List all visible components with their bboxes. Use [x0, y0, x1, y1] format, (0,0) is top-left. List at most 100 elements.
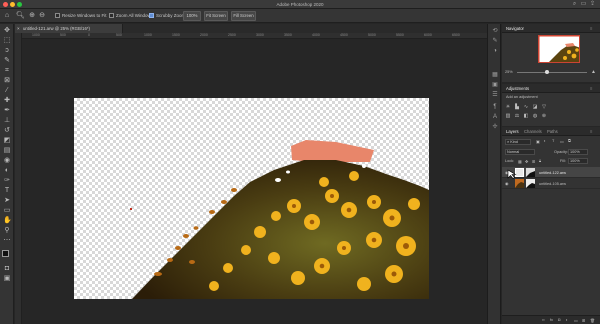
document-tab[interactable]: × untitled-121.arw @ 25% (RGB/16*)	[15, 24, 123, 33]
lasso-tool-icon[interactable]: ↄ	[3, 47, 11, 55]
panel-menu-icon[interactable]: ≡	[590, 129, 592, 134]
quick-mask-icon[interactable]: ◘	[3, 265, 11, 273]
layer-row[interactable]: ◉ untitled-105.arw	[502, 178, 600, 189]
glyphs-icon[interactable]: ✢	[492, 124, 498, 130]
resize-windows-checkbox[interactable]	[55, 13, 60, 18]
layer-name[interactable]: untitled-122.arw	[539, 171, 566, 175]
brush-tool-icon[interactable]: ✒	[3, 107, 11, 115]
hue-saturation-icon[interactable]: ▥	[505, 113, 511, 119]
gradient-tool-icon[interactable]: ▤	[3, 147, 11, 155]
dodge-tool-icon[interactable]: ◐	[3, 167, 11, 175]
curves-icon[interactable]: ∿	[523, 104, 529, 110]
type-tool-icon[interactable]: T	[3, 187, 11, 195]
fit-screen-button[interactable]: Fit Screen	[204, 11, 228, 21]
channel-mixer-icon[interactable]: ⊛	[541, 113, 547, 119]
navigator-thumbnail[interactable]	[538, 35, 580, 63]
paragraph-icon[interactable]: ¶	[492, 104, 498, 110]
more-tools-icon[interactable]: ⋯	[3, 237, 11, 245]
crop-tool-icon[interactable]: ⌗	[3, 67, 11, 75]
document-canvas[interactable]	[74, 98, 429, 299]
color-balance-icon[interactable]: ⚖	[514, 113, 520, 119]
character-icon[interactable]: A	[492, 114, 498, 120]
zoom-all-windows-checkbox[interactable]	[109, 13, 114, 18]
healing-brush-tool-icon[interactable]: ✚	[3, 97, 11, 105]
lock-all-icon[interactable]: 🔒︎	[539, 159, 541, 163]
layer-style-icon[interactable]: fx	[550, 318, 553, 322]
new-adjustment-icon[interactable]: ◐	[566, 318, 568, 322]
filter-smart-icon[interactable]: ⧉	[568, 139, 571, 143]
panel-menu-icon[interactable]: ≡	[590, 86, 592, 91]
tab-layers[interactable]: Layers	[506, 129, 519, 134]
libraries-icon[interactable]: ▣	[492, 82, 498, 88]
tab-paths[interactable]: Paths	[547, 129, 558, 134]
opacity-field[interactable]: 100%	[568, 149, 588, 155]
move-tool-icon[interactable]: ✥	[3, 27, 11, 35]
fill-field[interactable]: 100%	[568, 158, 588, 164]
zoom-tool-icon[interactable]: 🔍︎	[16, 12, 25, 20]
blend-mode-select[interactable]: Normal	[505, 149, 535, 155]
zoom-100-button[interactable]: 100%	[183, 11, 201, 21]
photo-filter-icon[interactable]: ◍	[532, 113, 538, 119]
layer-name[interactable]: untitled-105.arw	[539, 182, 566, 186]
frame-tool-icon[interactable]: ⊠	[3, 77, 11, 85]
opacity-label: Opacity:	[554, 150, 568, 154]
swatches-icon[interactable]: ▦	[492, 72, 498, 78]
shape-tool-icon[interactable]: ▭	[3, 207, 11, 215]
zoom-out-icon[interactable]: ⊖	[38, 12, 46, 20]
zoom-in-icon[interactable]: ⊕	[28, 12, 36, 20]
hand-tool-icon[interactable]: ✋	[3, 217, 12, 225]
navigator-zoom-slider[interactable]	[517, 72, 587, 73]
exposure-icon[interactable]: ◪	[532, 104, 538, 110]
history-brush-tool-icon[interactable]: ↺	[3, 127, 11, 135]
lock-artboard-icon[interactable]: ⊞	[532, 159, 535, 164]
share-icon[interactable]: ⇪	[589, 1, 596, 8]
new-layer-icon[interactable]: ⊞	[582, 318, 585, 323]
tab-navigator[interactable]: Navigator	[506, 26, 524, 31]
fill-screen-button[interactable]: Fill Screen	[231, 11, 256, 21]
layer-filter-kind[interactable]: ⌕ Kind	[505, 139, 531, 145]
close-tab-icon[interactable]: ×	[17, 26, 20, 31]
quick-selection-tool-icon[interactable]: ✎	[3, 57, 11, 65]
visibility-eye-icon[interactable]: ◉	[505, 181, 508, 186]
filter-type-icon[interactable]: T	[552, 139, 554, 143]
add-mask-icon[interactable]: ◘	[558, 318, 560, 322]
filter-adjustment-icon[interactable]: ◐	[544, 139, 546, 143]
history-icon[interactable]: ⟲	[492, 28, 498, 34]
vibrance-icon[interactable]: ▽	[541, 104, 547, 110]
brush-settings-icon[interactable]: ✎	[492, 38, 498, 44]
eyedropper-tool-icon[interactable]: ⁄	[3, 87, 11, 95]
screen-mode-icon[interactable]: ▣	[3, 275, 11, 283]
navigator-zoom-knob[interactable]	[545, 70, 549, 74]
properties-icon[interactable]: ☰	[492, 92, 498, 98]
horizontal-ruler[interactable]: 1000 500 0 500 1000 1500 2000 2500 3000 …	[22, 33, 487, 39]
search-icon[interactable]: ⌕	[571, 1, 578, 8]
lock-position-icon[interactable]: ✥	[525, 159, 528, 164]
zoom-tool-icon[interactable]: ⚲	[3, 227, 11, 235]
panel-menu-icon[interactable]: ≡	[590, 26, 592, 31]
color-icon[interactable]: ◑	[492, 48, 498, 54]
vertical-ruler[interactable]	[15, 33, 22, 324]
link-layers-icon[interactable]: ∞	[542, 318, 545, 322]
levels-icon[interactable]: ▙	[514, 104, 520, 110]
tab-adjustments[interactable]: Adjustments	[506, 86, 529, 91]
zoom-in-mountain-icon[interactable]: ▲	[591, 69, 596, 75]
home-icon[interactable]: ⌂	[3, 12, 11, 20]
navigator-zoom-value[interactable]: 25%	[505, 70, 513, 74]
filter-shape-icon[interactable]: ▭	[560, 139, 564, 144]
blur-tool-icon[interactable]: ◉	[3, 157, 11, 165]
workspace-icon[interactable]: ▭	[580, 1, 587, 8]
new-group-icon[interactable]: ▭	[574, 318, 578, 323]
filter-pixel-icon[interactable]: ▣	[536, 139, 540, 144]
tab-channels[interactable]: Channels	[524, 129, 542, 134]
lock-pixels-icon[interactable]: ▦	[518, 159, 522, 164]
scrubby-zoom-checkbox[interactable]	[149, 13, 154, 18]
path-selection-tool-icon[interactable]: ➤	[3, 197, 11, 205]
foreground-color-swatch[interactable]	[2, 250, 9, 257]
eraser-tool-icon[interactable]: ◩	[3, 137, 11, 145]
clone-stamp-tool-icon[interactable]: ⊥	[3, 117, 11, 125]
pen-tool-icon[interactable]: ✑	[3, 177, 11, 185]
brightness-icon[interactable]: ☀	[505, 104, 511, 110]
marquee-tool-icon[interactable]: ⬚	[3, 37, 11, 45]
trash-icon[interactable]: 🗑︎	[590, 318, 595, 323]
black-white-icon[interactable]: ◧	[523, 113, 529, 119]
